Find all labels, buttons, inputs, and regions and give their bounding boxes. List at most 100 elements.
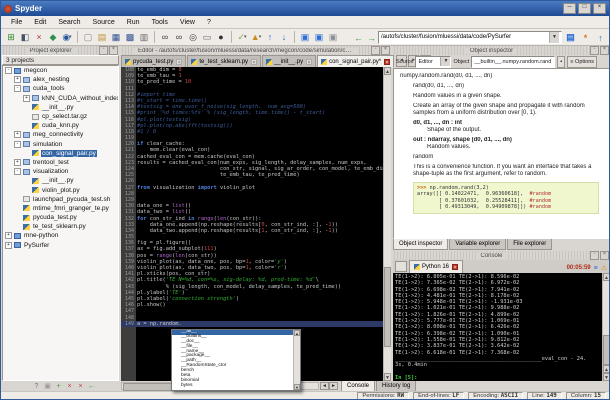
close-all-icon[interactable]: ×: [75, 383, 86, 390]
scroll-left-icon[interactable]: ◄: [320, 382, 329, 390]
editor-vertical-scrollbar[interactable]: ▲ ▼: [383, 67, 391, 381]
editor-tab[interactable]: pycuda_test.py×: [121, 55, 186, 67]
parent-directory-icon[interactable]: ↑: [594, 31, 607, 44]
tree-item[interactable]: +kNN_CUDA_without_indexes: [3, 94, 118, 103]
close-pane-icon[interactable]: ×: [109, 46, 118, 55]
menu-edit[interactable]: Edit: [28, 18, 52, 27]
scroll-up-icon[interactable]: ▲: [603, 365, 610, 373]
maximize-pane-icon[interactable]: ◧: [18, 30, 32, 44]
python-interpreter-icon[interactable]: ◆: [46, 30, 60, 44]
tree-item[interactable]: __init__.py: [3, 176, 118, 185]
todo-list-icon[interactable]: ▲▾: [249, 30, 263, 44]
forward-arrow-icon[interactable]: →: [365, 33, 378, 43]
edit-cut-icon[interactable]: ×: [32, 30, 46, 44]
working-directory-combo[interactable]: /autofs/cluster/fusion/mluessi/data/code…: [378, 31, 562, 44]
new-file-icon[interactable]: ▢: [81, 30, 95, 44]
tree-item[interactable]: pycuda_test.py: [3, 213, 118, 222]
find-next-icon[interactable]: ∞: [172, 30, 186, 44]
menu-search[interactable]: Search: [52, 18, 86, 27]
menu-help[interactable]: ?: [201, 18, 217, 27]
editor-tab[interactable]: con_signal_pair.py*×: [317, 55, 394, 67]
new-console-button[interactable]: [395, 261, 407, 272]
scroll-down-icon[interactable]: ▼: [384, 373, 391, 381]
close-console-icon[interactable]: ×: [452, 264, 458, 270]
object-combo[interactable]: __builtin__.numpy.random.rand: [471, 56, 555, 68]
previous-warning-icon[interactable]: ↑: [263, 30, 277, 44]
tree-item[interactable]: cuda_knn.py: [3, 121, 118, 130]
tree-item[interactable]: te_test_sklearn.py: [3, 222, 118, 231]
close-pane-icon[interactable]: ×: [64, 383, 75, 390]
close-button[interactable]: ×: [593, 3, 606, 14]
tree-item[interactable]: -simulation: [3, 140, 118, 149]
scroll-down-icon[interactable]: ▼: [294, 384, 300, 390]
scroll-down-icon[interactable]: ▼: [603, 373, 610, 381]
scrollbar-thumb[interactable]: [384, 267, 391, 347]
expander-icon[interactable]: +: [5, 242, 12, 249]
code-line[interactable]: 149a = np.random.: [121, 321, 383, 327]
close-tab-icon[interactable]: ×: [251, 59, 257, 65]
console-options-icon[interactable]: ≡: [594, 265, 598, 272]
tree-item[interactable]: violin_plot.py: [3, 185, 118, 194]
web-browser-icon[interactable]: ◉▾: [60, 30, 74, 44]
tree-item[interactable]: +mne-python: [3, 231, 118, 240]
console-output[interactable]: TE(1->2): 6.805e-01 TE(2->1): 8.596e-02T…: [393, 273, 602, 381]
close-tab-icon[interactable]: ×: [176, 59, 182, 65]
minimize-button[interactable]: ─: [563, 3, 576, 14]
back-arrow-icon[interactable]: ←: [352, 33, 365, 43]
float-pane-icon[interactable]: ▫: [371, 46, 380, 55]
expander-icon[interactable]: +: [23, 95, 30, 102]
close-pane-icon[interactable]: ×: [600, 46, 609, 55]
terminal-here-icon[interactable]: *: [579, 31, 592, 44]
replace-icon[interactable]: ▭: [200, 30, 214, 44]
tab-variable-explorer[interactable]: Variable explorer: [449, 239, 506, 250]
console-tab[interactable]: Python 16 ×: [409, 260, 463, 273]
pane-icon[interactable]: ▣: [42, 382, 53, 390]
chevron-down-icon[interactable]: ▼: [549, 32, 559, 43]
tree-item[interactable]: +meg_connectivity: [3, 130, 118, 139]
code-analysis-icon[interactable]: ✓▾: [235, 30, 249, 44]
menu-tools[interactable]: Tools: [146, 18, 174, 27]
source-combo[interactable]: Editor ▼: [415, 56, 451, 68]
tree-item[interactable]: +PySurfer: [3, 241, 118, 250]
maximize-button[interactable]: □: [578, 3, 591, 14]
expander-icon[interactable]: -: [5, 67, 12, 74]
next-warning-icon[interactable]: ↓: [277, 30, 291, 44]
editor-tab[interactable]: te_test_sklearn.py×: [187, 55, 261, 67]
expander-icon[interactable]: -: [14, 168, 21, 175]
options-button[interactable]: ≡ Options: [567, 56, 597, 68]
find-icon[interactable]: ∞: [158, 30, 172, 44]
tree-item[interactable]: +alex_nesting: [3, 75, 118, 84]
menu-view[interactable]: View: [174, 18, 201, 27]
tree-item[interactable]: -megcon: [3, 66, 118, 75]
close-tab-icon[interactable]: ×: [384, 59, 390, 65]
tree-item[interactable]: __init__.py: [3, 103, 118, 112]
lock-icon[interactable]: ▪: [557, 56, 565, 68]
spyder-layout-icon[interactable]: ⊞: [4, 30, 18, 44]
tree-item[interactable]: mtime_fmri_granger_te.py: [3, 204, 118, 213]
tree-item[interactable]: launchpad_pycuda_test.sh: [3, 195, 118, 204]
close-pane-icon[interactable]: ×: [381, 46, 390, 55]
tab-object-inspector[interactable]: Object inspector: [393, 239, 448, 250]
close-tab-icon[interactable]: ×: [306, 59, 312, 65]
print-icon[interactable]: ▥: [137, 30, 151, 44]
menu-file[interactable]: File: [5, 18, 28, 27]
tree-item[interactable]: -cuda_tools: [3, 84, 118, 93]
scroll-up-icon[interactable]: ▲: [384, 67, 391, 75]
browse-directory-icon[interactable]: ▤: [564, 31, 577, 44]
run-icon[interactable]: ●: [214, 30, 228, 44]
new-window-icon[interactable]: +: [53, 383, 64, 390]
menu-source[interactable]: Source: [87, 18, 121, 27]
expander-icon[interactable]: +: [14, 131, 21, 138]
expander-icon[interactable]: +: [14, 159, 21, 166]
save-icon[interactable]: ▦: [109, 30, 123, 44]
editor-tab[interactable]: __init__.py×: [262, 55, 316, 67]
title-bar[interactable]: Spyder ─□×: [1, 1, 609, 16]
float-pane-icon[interactable]: ▫: [99, 46, 108, 55]
console-vertical-scrollbar[interactable]: ▲ ▲ ▼: [602, 273, 610, 381]
close-pane-icon[interactable]: ×: [600, 251, 609, 260]
save-all-icon[interactable]: ▩: [123, 30, 137, 44]
expander-icon[interactable]: -: [14, 141, 21, 148]
scroll-up-icon[interactable]: ▲: [603, 273, 610, 281]
tree-item[interactable]: con_signal_pair.py: [3, 149, 118, 158]
debug-file-icon[interactable]: ▣: [326, 30, 340, 44]
